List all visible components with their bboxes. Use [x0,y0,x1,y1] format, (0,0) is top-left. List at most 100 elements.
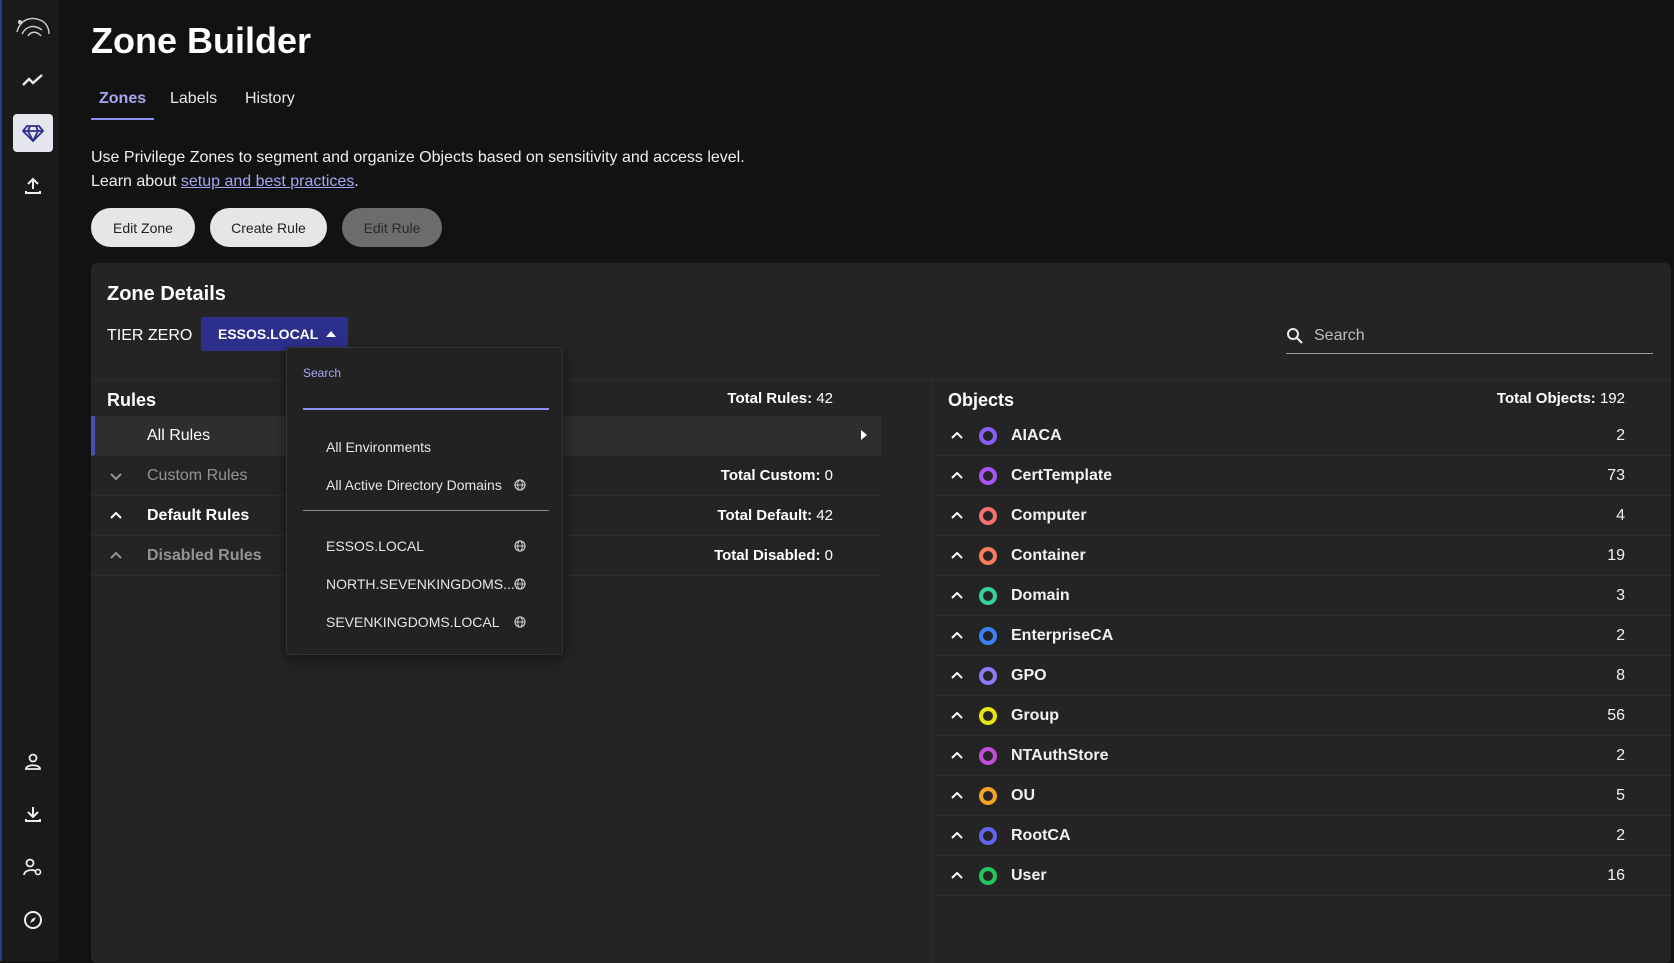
chevron-down-icon [110,473,122,481]
object-row[interactable]: Group 56 [932,696,1671,736]
rules-total-label: Total Rules: [727,390,813,407]
rules-title: Rules [107,390,157,410]
object-row[interactable]: Computer 4 [932,496,1671,536]
object-name: User [1011,867,1047,884]
environment-selector-label: ESSOS.LOCAL [218,326,319,342]
chevron-up-icon [951,871,963,879]
object-count: 8 [1616,667,1625,684]
gem-icon[interactable] [13,114,53,152]
page-title: Zone Builder [91,20,312,61]
object-name: OU [1011,787,1035,804]
object-name: NTAuthStore [1011,747,1109,764]
object-name: CertTemplate [1011,467,1113,484]
computer-icon [979,507,997,525]
object-row[interactable]: Container 19 [932,536,1671,576]
chevron-up-icon [951,631,963,639]
rule-row-label: Custom Rules [147,467,248,484]
create-rule-button[interactable]: Create Rule [210,208,327,247]
cert-template-icon [979,467,997,485]
zone-details-title: Zone Details [107,283,226,305]
tab-zones[interactable]: Zones [91,88,155,120]
enterprise-ca-icon [979,627,997,645]
rule-row-total-value: 42 [816,507,833,524]
dropdown-search-label: Search [303,366,342,380]
object-count: 3 [1616,587,1625,604]
setup-best-practices-link[interactable]: setup and best practices [181,173,354,190]
domain-icon [979,587,997,605]
rule-row-total-value: 0 [824,547,833,564]
globe-icon [514,578,526,590]
object-name: AIACA [1011,427,1062,444]
object-count: 2 [1616,747,1625,764]
dropdown-item-sevenkingdoms[interactable]: SEVENKINGDOMS.LOCAL [287,604,564,640]
rule-row-total-label: Total Disabled: [714,547,821,564]
chevron-up-icon [951,711,963,719]
aiaca-icon [979,427,997,445]
container-icon [979,547,997,565]
main-content: Zone Builder Zones Labels History Use Pr… [91,0,1674,963]
rules-total: Total Rules: 42 [727,390,833,407]
tab-labels[interactable]: Labels [162,88,225,120]
object-name: GPO [1011,667,1047,684]
chevron-up-icon [951,551,963,559]
dropdown-item-label: NORTH.SEVENKINGDOMS.... [326,576,519,592]
user-profile-icon[interactable] [13,742,53,780]
dropdown-item-all-ad-domains[interactable]: All Active Directory Domains [287,467,564,503]
caret-right-icon [861,430,867,440]
object-count: 5 [1616,787,1625,804]
rule-row-total: Total Default: 42 [717,507,833,524]
dropdown-search-field [303,384,549,410]
object-row[interactable]: CertTemplate 73 [932,456,1671,496]
ntauthstore-icon [979,747,997,765]
object-row[interactable]: AIACA 2 [932,416,1671,456]
object-search-input[interactable] [1314,326,1634,345]
object-count: 2 [1616,827,1625,844]
object-row[interactable]: OU 5 [932,776,1671,816]
user-settings-icon[interactable] [13,848,53,886]
dropdown-item-all-environments[interactable]: All Environments [287,429,564,465]
group-icon [979,707,997,725]
side-nav [0,0,59,961]
rule-row-label: Disabled Rules [147,547,262,564]
object-name: Container [1011,547,1086,564]
description-prefix: Learn about [91,173,181,190]
upload-icon[interactable] [13,167,53,205]
tab-history[interactable]: History [237,88,303,120]
object-name: EnterpriseCA [1011,627,1114,644]
object-name: Computer [1011,507,1087,524]
globe-icon [514,540,526,552]
rules-total-value: 42 [816,390,833,407]
dropdown-item-north[interactable]: NORTH.SEVENKINGDOMS.... [287,566,564,602]
object-row[interactable]: EnterpriseCA 2 [932,616,1671,656]
description-suffix: . [354,173,359,190]
object-count: 4 [1616,507,1625,524]
rule-row-total: Total Custom: 0 [721,467,833,484]
globe-icon [514,616,526,628]
chevron-up-icon [951,831,963,839]
dropdown-item-essos[interactable]: ESSOS.LOCAL [287,528,564,564]
object-count: 2 [1616,427,1625,444]
edit-zone-button[interactable]: Edit Zone [91,208,195,247]
chevron-up-icon [110,511,122,519]
object-row[interactable]: GPO 8 [932,656,1671,696]
chevron-up-icon [951,471,963,479]
object-count: 2 [1616,627,1625,644]
dropdown-item-label: ESSOS.LOCAL [326,538,425,554]
dropdown-search-input[interactable] [303,384,549,408]
objects-total-label: Total Objects: [1496,390,1596,407]
compass-icon[interactable] [13,901,53,939]
root-ca-icon [979,827,997,845]
chevron-up-icon [951,431,963,439]
object-row[interactable]: NTAuthStore 2 [932,736,1671,776]
app-logo-icon[interactable] [13,8,53,46]
object-row[interactable]: User 16 [932,856,1671,896]
object-name: Group [1011,707,1059,724]
object-row[interactable]: Domain 3 [932,576,1671,616]
rule-row-total-label: Total Custom: [720,467,821,484]
trending-icon[interactable] [13,61,53,99]
object-row[interactable]: RootCA 2 [932,816,1671,856]
object-search [1286,318,1653,354]
download-icon[interactable] [13,795,53,833]
chevron-up-icon [951,591,963,599]
environment-selector-button[interactable]: ESSOS.LOCAL [201,317,348,351]
